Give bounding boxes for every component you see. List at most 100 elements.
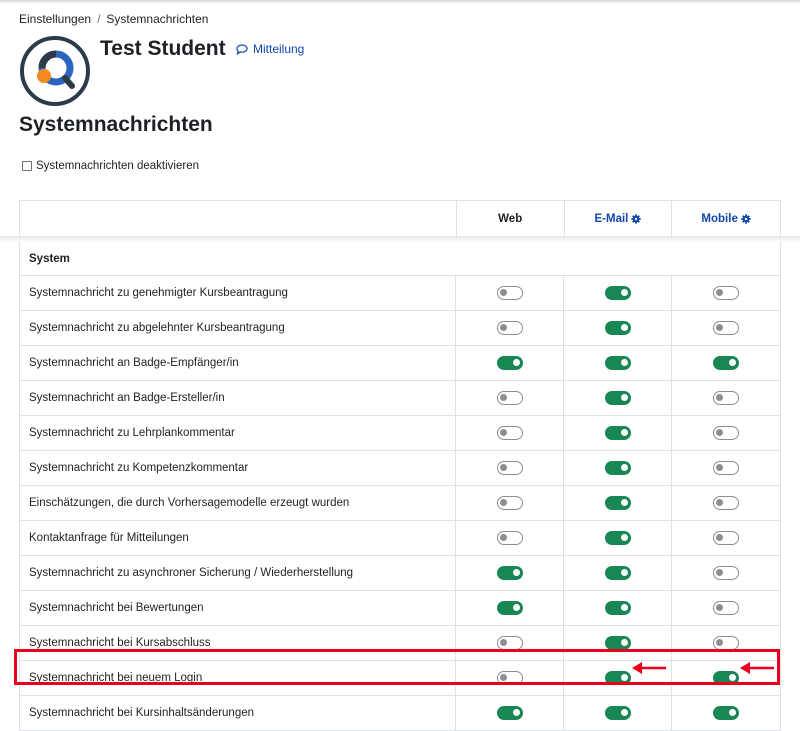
row-label: Systemnachricht zu Kompetenzkommentar — [20, 451, 457, 485]
row-label: Systemnachricht bei neuem Login — [20, 661, 457, 695]
row-label: Einschätzungen, die durch Vorhersagemode… — [20, 486, 457, 520]
mobile-toggle[interactable] — [713, 321, 740, 335]
cell-web — [456, 486, 565, 520]
mobile-toggle[interactable] — [713, 566, 740, 580]
row-label: Systemnachricht zu Lehrplankommentar — [20, 416, 457, 450]
table-row: Systemnachricht bei Kursinhaltsänderunge… — [19, 696, 781, 731]
web-toggle[interactable] — [496, 706, 523, 720]
table-row: Systemnachricht zu Kompetenzkommentar — [19, 451, 781, 486]
email-toggle[interactable] — [604, 566, 631, 580]
row-label: Systemnachricht zu genehmigter Kursbeant… — [20, 276, 457, 310]
email-toggle[interactable] — [604, 636, 631, 650]
avatar[interactable] — [20, 36, 90, 106]
web-toggle[interactable] — [496, 601, 523, 615]
table-row: Systemnachricht zu asynchroner Sicherung… — [19, 556, 781, 591]
email-toggle[interactable] — [604, 356, 631, 370]
column-mobile-label[interactable]: Mobile — [701, 213, 737, 225]
cell-web — [456, 556, 565, 590]
web-toggle[interactable] — [496, 461, 523, 475]
cell-email — [564, 276, 673, 310]
web-toggle[interactable] — [496, 356, 523, 370]
section-header: System — [19, 242, 781, 276]
email-toggle[interactable] — [604, 426, 631, 440]
row-label: Kontaktanfrage für Mitteilungen — [20, 521, 457, 555]
web-toggle[interactable] — [496, 671, 523, 685]
email-toggle[interactable] — [604, 671, 631, 685]
notification-table-header: Web E-Mail Mobile — [19, 200, 781, 237]
disable-label: Systemnachrichten deaktivieren — [36, 160, 199, 172]
table-row: Systemnachricht bei neuem Login — [19, 661, 781, 696]
mobile-toggle[interactable] — [713, 601, 740, 615]
mobile-toggle[interactable] — [713, 356, 740, 370]
cell-mobile — [672, 381, 780, 415]
email-toggle[interactable] — [604, 391, 631, 405]
cell-email — [564, 346, 673, 380]
email-toggle[interactable] — [604, 601, 631, 615]
email-toggle[interactable] — [604, 496, 631, 510]
cell-web — [456, 346, 565, 380]
web-toggle[interactable] — [496, 636, 523, 650]
mobile-toggle[interactable] — [713, 706, 740, 720]
table-row: Systemnachricht an Badge-Empfänger/in — [19, 346, 781, 381]
column-email-label[interactable]: E-Mail — [594, 213, 628, 225]
disable-checkbox[interactable] — [22, 161, 32, 171]
mobile-toggle[interactable] — [713, 671, 740, 685]
web-toggle[interactable] — [496, 286, 523, 300]
message-link-label: Mitteilung — [253, 42, 305, 56]
table-row: Systemnachricht zu Lehrplankommentar — [19, 416, 781, 451]
disable-notifications[interactable]: Systemnachrichten deaktivieren — [22, 160, 199, 172]
mobile-toggle[interactable] — [713, 636, 740, 650]
mobile-toggle[interactable] — [713, 286, 740, 300]
mobile-toggle[interactable] — [713, 496, 740, 510]
table-row: Systemnachricht an Badge-Ersteller/in — [19, 381, 781, 416]
cell-mobile — [672, 591, 780, 625]
mobile-toggle[interactable] — [713, 426, 740, 440]
mobile-toggle[interactable] — [713, 461, 740, 475]
row-label: Systemnachricht bei Bewertungen — [20, 591, 457, 625]
message-link[interactable]: Mitteilung — [236, 42, 304, 56]
cell-mobile — [672, 346, 780, 380]
breadcrumb: Einstellungen / Systemnachrichten — [19, 12, 208, 26]
cell-email — [564, 381, 673, 415]
column-email[interactable]: E-Mail — [565, 201, 673, 236]
arrow-icon — [740, 662, 774, 674]
gear-icon[interactable] — [741, 213, 751, 224]
cell-mobile — [672, 311, 780, 345]
cell-mobile — [672, 696, 780, 730]
web-toggle[interactable] — [496, 321, 523, 335]
web-toggle[interactable] — [496, 496, 523, 510]
mobile-toggle[interactable] — [713, 391, 740, 405]
cell-web — [456, 626, 565, 660]
column-web-label: Web — [498, 212, 523, 225]
cell-web — [456, 276, 565, 310]
cell-email — [564, 486, 673, 520]
web-toggle[interactable] — [496, 391, 523, 405]
email-toggle[interactable] — [604, 531, 631, 545]
email-toggle[interactable] — [604, 706, 631, 720]
cell-mobile — [672, 486, 780, 520]
gear-icon[interactable] — [631, 213, 642, 224]
table-row: Systemnachricht zu genehmigter Kursbeant… — [19, 276, 781, 311]
table-row: Einschätzungen, die durch Vorhersagemode… — [19, 486, 781, 521]
column-web: Web — [457, 201, 565, 236]
cell-mobile — [672, 521, 780, 555]
cell-mobile — [672, 276, 780, 310]
web-toggle[interactable] — [496, 531, 523, 545]
table-row: Systemnachricht zu abgelehnter Kursbeant… — [19, 311, 781, 346]
mobile-toggle[interactable] — [713, 531, 740, 545]
notification-table: System Systemnachricht zu genehmigter Ku… — [19, 242, 781, 731]
breadcrumb-item-settings[interactable]: Einstellungen — [19, 12, 91, 26]
cell-web — [456, 381, 565, 415]
profile-name: Test Student — [100, 37, 226, 60]
email-toggle[interactable] — [604, 321, 631, 335]
email-toggle[interactable] — [604, 286, 631, 300]
row-label: Systemnachricht bei Kursabschluss — [20, 626, 457, 660]
table-row: Kontaktanfrage für Mitteilungen — [19, 521, 781, 556]
row-label: Systemnachricht bei Kursinhaltsänderunge… — [20, 696, 457, 730]
web-toggle[interactable] — [496, 426, 523, 440]
web-toggle[interactable] — [496, 566, 523, 580]
email-toggle[interactable] — [604, 461, 631, 475]
cell-email — [564, 521, 673, 555]
cell-email — [564, 591, 673, 625]
column-mobile[interactable]: Mobile — [672, 201, 780, 236]
